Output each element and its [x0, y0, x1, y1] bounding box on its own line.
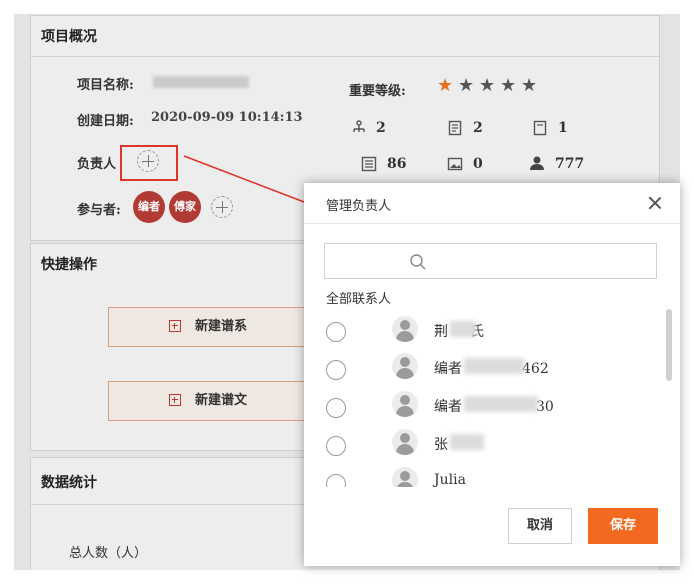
user-avatar-icon — [392, 316, 418, 342]
contact-radio[interactable] — [326, 398, 346, 418]
user-avatar-icon — [392, 353, 418, 379]
contact-name-redacted — [450, 321, 476, 337]
save-button[interactable]: 保存 — [588, 508, 658, 544]
dialog-header-divider — [304, 223, 680, 224]
contact-search-input[interactable] — [324, 243, 657, 279]
cancel-button[interactable]: 取消 — [508, 508, 572, 544]
contact-name-redacted — [450, 434, 484, 450]
contact-radio[interactable] — [326, 360, 346, 380]
all-contacts-label: 全部联系人 — [326, 292, 392, 307]
contact-list-scrollbar[interactable] — [666, 309, 672, 381]
contact-name: Julia — [434, 472, 466, 488]
contact-name-redacted — [464, 358, 524, 374]
close-icon[interactable] — [648, 196, 662, 210]
user-avatar-icon — [392, 391, 418, 417]
contact-radio[interactable] — [326, 436, 346, 456]
manage-owner-dialog: 管理负责人 全部联系人 荆氏 编者 462 编者 30 张 Julia 取消 保… — [304, 183, 680, 566]
search-icon — [410, 254, 426, 270]
contact-radio[interactable] — [326, 322, 346, 342]
dialog-title: 管理负责人 — [326, 199, 392, 214]
contact-name-redacted — [464, 396, 538, 412]
user-avatar-icon — [392, 429, 418, 455]
contact-name: 张 — [434, 437, 448, 453]
